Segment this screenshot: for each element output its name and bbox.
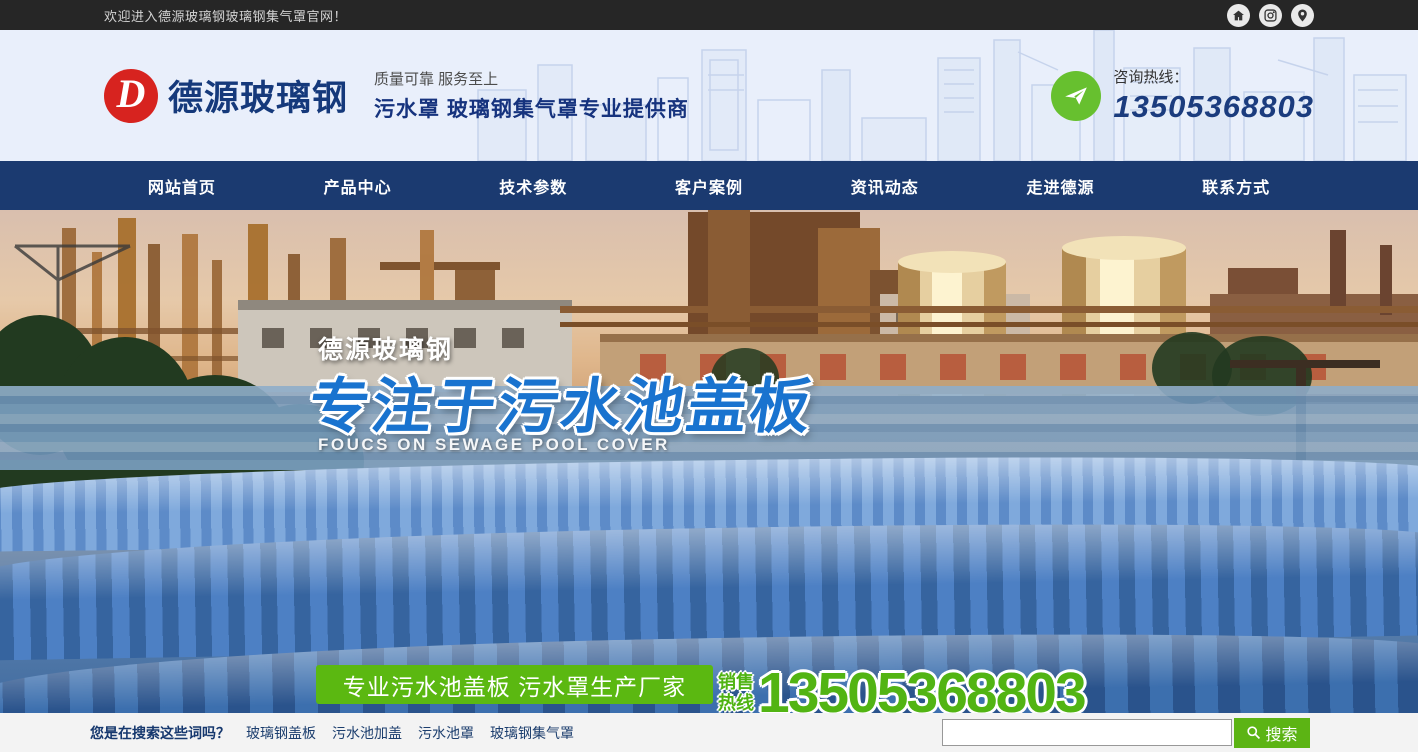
slogans: 质量可靠 服务至上 污水罩 玻璃钢集气罩专业提供商 [374,68,1051,123]
header: D 德源玻璃钢 质量可靠 服务至上 污水罩 玻璃钢集气罩专业提供商 咨询热线： … [0,30,1418,161]
keywords-prompt: 您是在搜索这些词吗？ [90,723,230,743]
social-icons [1227,4,1314,27]
hero-overlay: 德源玻璃钢 专注于污水池盖板 FOUCS ON SEWAGE POOL COVE… [0,210,1418,713]
topbar: 欢迎进入德源玻璃钢玻璃钢集气罩官网！ [0,0,1418,30]
hero-subheadline: FOUCS ON SEWAGE POOL COVER [318,435,670,455]
home-icon[interactable] [1227,4,1250,27]
nav-item-contact[interactable]: 联系方式 [1148,161,1324,210]
sales-hotline-number: 13505368803 [758,660,1085,713]
keyword-link-4[interactable]: 玻璃钢集气罩 [490,723,574,743]
nav-item-news[interactable]: 资讯动态 [797,161,973,210]
nav-item-products[interactable]: 产品中心 [270,161,446,210]
sales-label-line2: 热线 [718,693,754,713]
hot-keywords: 您是在搜索这些词吗？ 玻璃钢盖板 污水池加盖 污水池罩 玻璃钢集气罩 [90,723,574,743]
location-icon[interactable] [1291,4,1314,27]
search-bar-section: 您是在搜索这些词吗？ 玻璃钢盖板 污水池加盖 污水池罩 玻璃钢集气罩 搜索 [0,713,1418,752]
paper-plane-icon [1051,71,1101,121]
hero-cta-button[interactable]: 专业污水池盖板 污水罩生产厂家 [316,665,713,704]
page: 欢迎进入德源玻璃钢玻璃钢集气罩官网！ [0,0,1418,752]
nav-item-cases[interactable]: 客户案例 [621,161,797,210]
logo-text: 德源玻璃钢 [168,70,348,121]
keyword-link-3[interactable]: 污水池罩 [418,723,474,743]
search-icon [1246,725,1261,740]
logo-icon: D [104,69,158,123]
keyword-link-1[interactable]: 玻璃钢盖板 [246,723,316,743]
main-nav: 网站首页 产品中心 技术参数 客户案例 资讯动态 走进德源 联系方式 [0,161,1418,210]
slogan-big: 污水罩 玻璃钢集气罩专业提供商 [374,93,1051,123]
sales-hotline-label: 销售 热线 [718,672,754,713]
hotline-label: 咨询热线： [1113,66,1314,87]
nav-item-specs[interactable]: 技术参数 [445,161,621,210]
hero-headline: 专注于污水池盖板 [304,358,820,445]
nav-item-about[interactable]: 走进德源 [973,161,1149,210]
keyword-link-2[interactable]: 污水池加盖 [332,723,402,743]
slogan-small: 质量可靠 服务至上 [374,68,1051,89]
search-input[interactable] [942,719,1232,746]
instagram-icon[interactable] [1259,4,1282,27]
hero-banner: 德源玻璃钢 专注于污水池盖板 FOUCS ON SEWAGE POOL COVE… [0,210,1418,713]
hotline: 咨询热线： 13505368803 [1051,66,1314,125]
nav-item-home[interactable]: 网站首页 [94,161,270,210]
hotline-number: 13505368803 [1113,89,1314,125]
search-button[interactable]: 搜索 [1234,718,1310,748]
welcome-text: 欢迎进入德源玻璃钢玻璃钢集气罩官网！ [104,6,347,25]
search-button-label: 搜索 [1265,721,1297,745]
hero-sales-hotline: 销售 热线 13505368803 [718,660,1085,713]
search-group: 搜索 [942,718,1310,748]
brand[interactable]: D 德源玻璃钢 [104,69,348,123]
sales-label-line1: 销售 [718,672,754,693]
